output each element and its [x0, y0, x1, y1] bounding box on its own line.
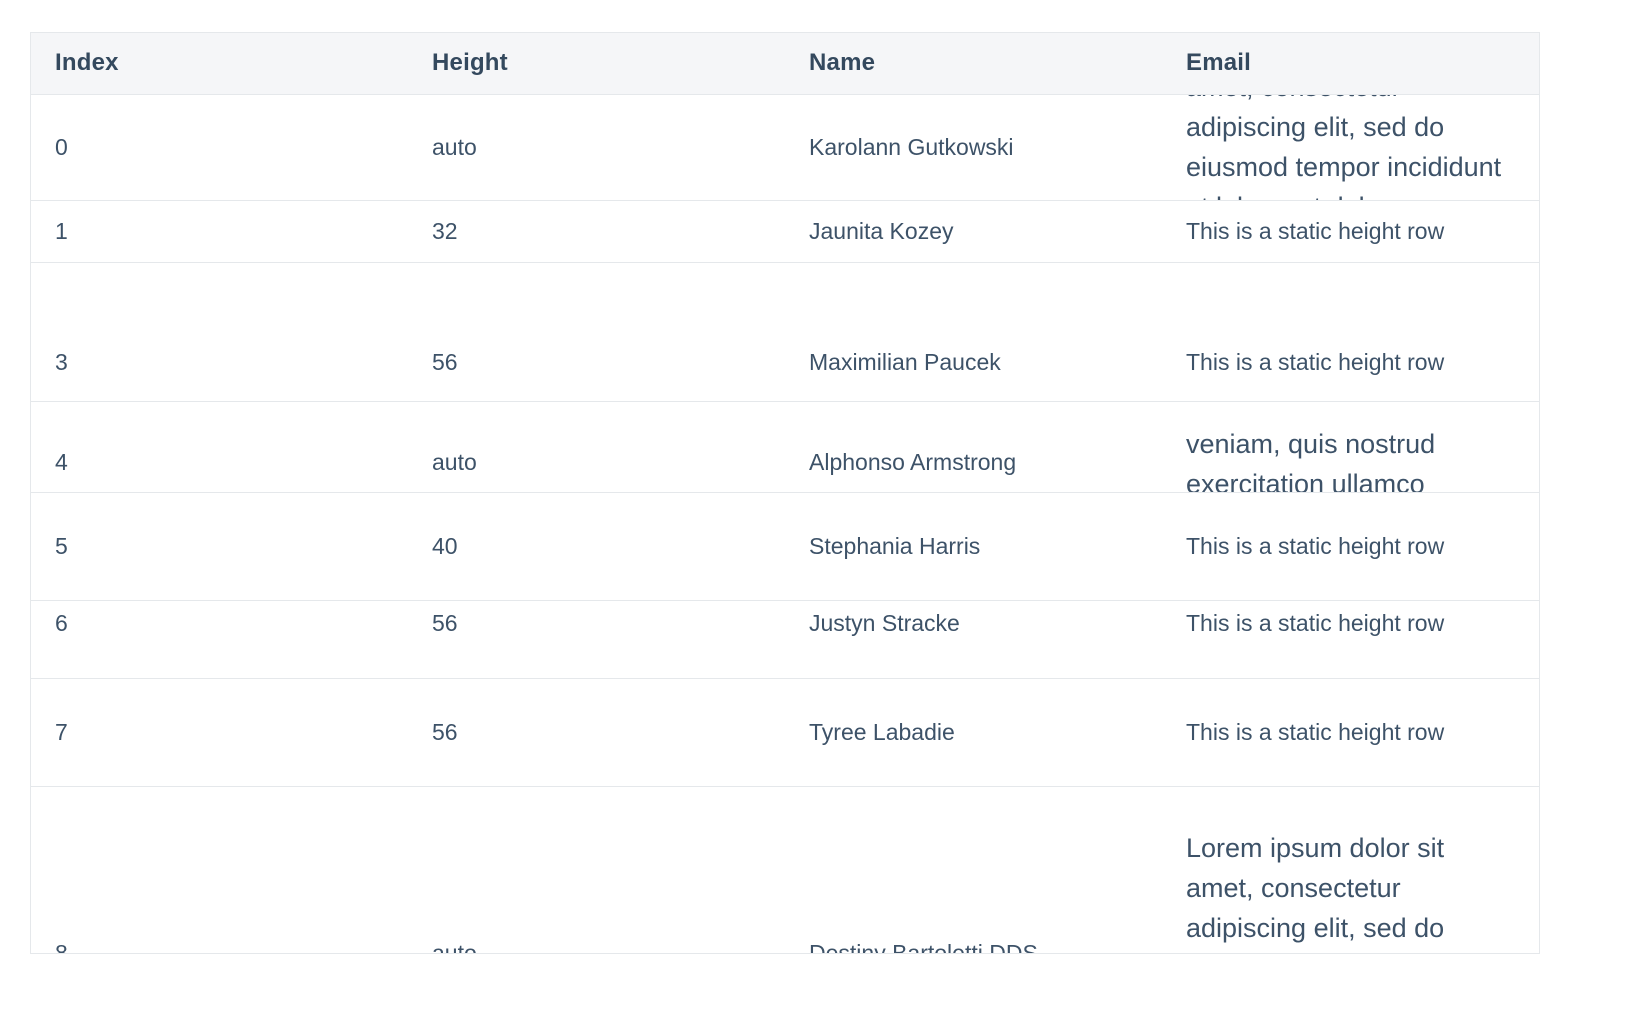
- table-row[interactable]: 8 auto Destiny Bartoletti DDS Lorem ipsu…: [31, 787, 1539, 954]
- cell-email: This is a static height row: [1186, 609, 1445, 636]
- email-line: eiusmod tempor incididunt: [1186, 152, 1502, 182]
- email-line: adipiscing elit, sed do: [1186, 913, 1445, 943]
- email-line: amet, consectetur: [1186, 873, 1401, 903]
- table-row[interactable]: 4 auto Alphonso Armstrong veniam, quis n…: [31, 402, 1539, 493]
- column-header-name[interactable]: Name: [809, 33, 875, 94]
- email-line: ut labore et dolore: [1186, 187, 1526, 200]
- cell-name: Maximilian Paucek: [809, 348, 1001, 375]
- cell-email: amet, consectetur adipiscing elit, sed d…: [1186, 95, 1526, 200]
- table-header: Index Height Name Email: [31, 33, 1539, 95]
- cell-name: Alphonso Armstrong: [809, 448, 1017, 475]
- cell-height: auto: [432, 134, 477, 160]
- cell-index: 1: [55, 218, 68, 244]
- email-line: Lorem ipsum dolor sit: [1186, 833, 1445, 863]
- cell-index: 4: [55, 448, 68, 475]
- cell-email: Lorem ipsum dolor sit amet, consectetur …: [1186, 828, 1526, 948]
- cell-name: Jaunita Kozey: [809, 218, 954, 244]
- table-row[interactable]: 7 56 Tyree Labadie This is a static heig…: [31, 679, 1539, 787]
- cell-height: 56: [432, 348, 458, 375]
- cell-index: 5: [55, 532, 68, 559]
- cell-index: 7: [55, 719, 68, 745]
- cell-height: 40: [432, 532, 458, 559]
- cell-height: auto: [432, 939, 477, 954]
- cell-height: 56: [432, 609, 458, 636]
- cell-height: 32: [432, 218, 458, 244]
- cell-name: Tyree Labadie: [809, 719, 955, 745]
- cell-index: 6: [55, 609, 68, 636]
- cell-name: Justyn Stracke: [809, 609, 960, 636]
- email-line: exercitation ullamco: [1186, 469, 1425, 493]
- email-line: adipiscing elit, sed do: [1186, 112, 1445, 142]
- cell-email: This is a static height row: [1186, 218, 1445, 244]
- cell-email: This is a static height row: [1186, 348, 1445, 375]
- cell-height: auto: [432, 448, 477, 475]
- column-header-index[interactable]: Index: [55, 33, 119, 94]
- cell-name: Stephania Harris: [809, 532, 981, 559]
- cell-height: 56: [432, 719, 458, 745]
- cell-email: veniam, quis nostrud exercitation ullamc…: [1186, 424, 1526, 493]
- cell-email: This is a static height row: [1186, 719, 1445, 745]
- cell-index: 8: [55, 939, 68, 954]
- table-row[interactable]: 5 40 Stephania Harris This is a static h…: [31, 493, 1539, 601]
- table-row[interactable]: 6 56 Justyn Stracke This is a static hei…: [31, 601, 1539, 679]
- column-header-email[interactable]: Email: [1186, 33, 1251, 94]
- vertical-scrollbar[interactable]: [1529, 95, 1539, 953]
- cell-email: This is a static height row: [1186, 532, 1445, 559]
- cell-name: Karolann Gutkowski: [809, 134, 1014, 160]
- table-row[interactable]: 1 32 Jaunita Kozey This is a static heig…: [31, 201, 1539, 263]
- column-header-height[interactable]: Height: [432, 33, 508, 94]
- table-row[interactable]: 0 auto Karolann Gutkowski amet, consecte…: [31, 95, 1539, 201]
- table-row[interactable]: 3 56 Maximilian Paucek This is a static …: [31, 263, 1539, 402]
- cell-index: 3: [55, 348, 68, 375]
- table-body[interactable]: 0 auto Karolann Gutkowski amet, consecte…: [31, 95, 1539, 954]
- cell-name: Destiny Bartoletti DDS: [809, 939, 1038, 954]
- cell-index: 0: [55, 134, 68, 160]
- email-line: amet, consectetur: [1186, 95, 1526, 107]
- email-line: veniam, quis nostrud: [1186, 429, 1436, 459]
- virtualized-table[interactable]: Index Height Name Email 0 auto Karolann …: [30, 32, 1540, 954]
